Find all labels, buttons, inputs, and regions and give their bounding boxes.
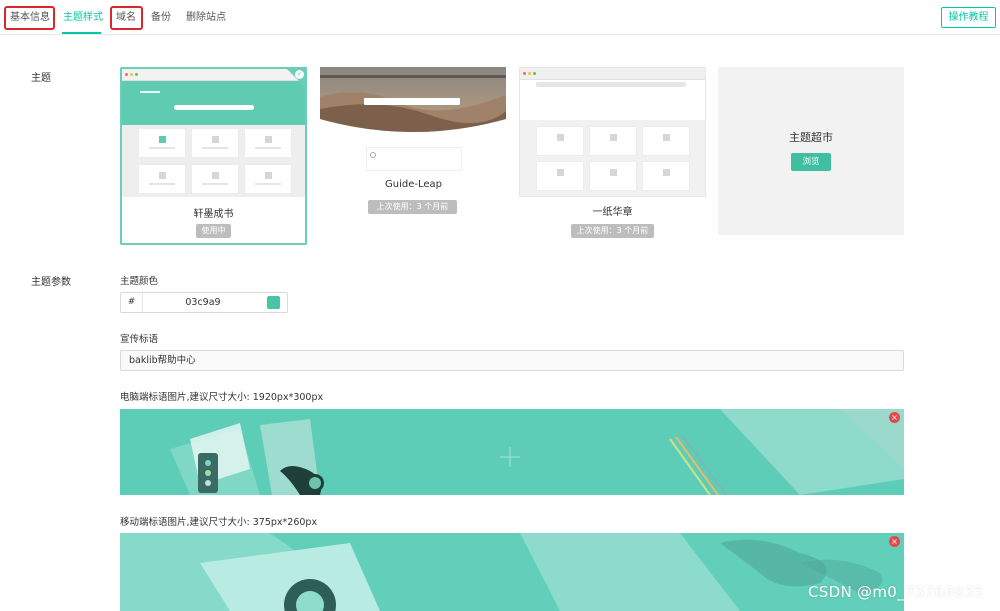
theme-last-used-badge: 上次使用：3 个月前 [368, 200, 457, 214]
delete-mobile-banner-icon[interactable]: × [889, 536, 900, 547]
tab-delete-site[interactable]: 删除站点 [186, 9, 226, 27]
theme-color-label: 主题颜色 [120, 276, 159, 287]
theme-params-section-label: 主题参数 [31, 277, 71, 288]
delete-pc-banner-icon[interactable]: × [889, 412, 900, 423]
mobile-banner-image[interactable]: × [120, 533, 904, 611]
theme-color-input[interactable]: # 03c9a9 [120, 292, 288, 313]
theme-last-used-badge: 上次使用：3 个月前 [571, 224, 654, 238]
watermark: CSDN @m0_73766935 [808, 583, 984, 601]
theme-thumbnail [519, 67, 706, 197]
highlight-box-domain [110, 6, 143, 30]
browse-themes-button[interactable]: 浏览 [791, 153, 831, 171]
theme-in-use-badge: 使用中 [196, 224, 231, 238]
pc-banner-image[interactable]: × [120, 409, 904, 495]
slogan-input[interactable]: baklib帮助中心 [120, 350, 904, 371]
theme-card-yizhi[interactable]: 一纸华章 上次使用：3 个月前 [519, 67, 706, 245]
color-swatch[interactable] [267, 296, 280, 309]
theme-card-guide-leap[interactable]: Guide-Leap 上次使用：3 个月前 [320, 67, 507, 245]
theme-card-name: 轩墨成书 [193, 209, 234, 220]
theme-card-name: Guide-Leap [385, 179, 442, 190]
tab-backup[interactable]: 备份 [151, 9, 171, 27]
theme-card-xuanmo[interactable]: ✓ 轩墨成书 使用中 [120, 67, 307, 245]
theme-section-label: 主题 [31, 73, 51, 84]
tutorial-button[interactable]: 操作教程 [941, 7, 996, 28]
theme-market-panel: 主题超市 浏览 [718, 67, 904, 235]
check-icon: ✓ [295, 70, 304, 79]
mobile-banner-label: 移动端标语图片,建议尺寸大小: 375px*260px [120, 517, 318, 528]
theme-thumbnail [122, 69, 305, 197]
theme-thumbnail [320, 67, 507, 175]
theme-market-title: 主题超市 [789, 131, 833, 144]
top-tab-bar: 基本信息 主题样式 域名 备份 删除站点 操作教程 [0, 0, 1000, 35]
highlight-box-basic-info [4, 6, 55, 30]
active-tab-indicator [62, 32, 101, 34]
slogan-label: 宣传标语 [120, 334, 159, 345]
theme-color-value[interactable]: 03c9a9 [143, 293, 263, 312]
pc-banner-label: 电脑端标语图片,建议尺寸大小: 1920px*300px [120, 392, 324, 403]
hash-prefix: # [121, 293, 143, 312]
theme-card-name: 一纸华章 [592, 207, 633, 218]
tab-theme-style[interactable]: 主题样式 [63, 9, 103, 27]
